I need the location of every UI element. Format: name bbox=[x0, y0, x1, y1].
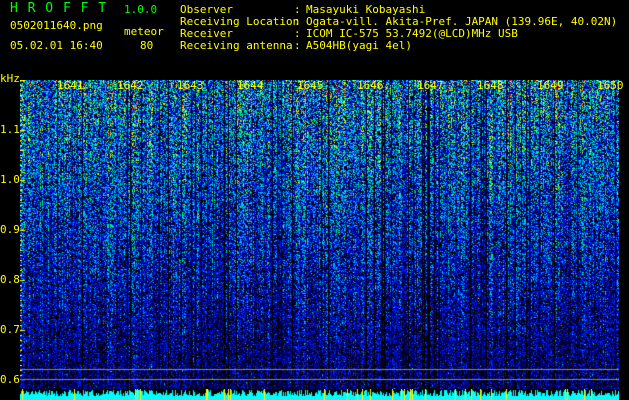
x-tick-label: 1644 bbox=[237, 79, 264, 92]
x-tick-label: 1649 bbox=[537, 79, 564, 92]
app-name: H R O F F T bbox=[10, 1, 108, 16]
y-tick-label: 1.1 bbox=[0, 123, 20, 136]
mode-value: 80 bbox=[140, 39, 154, 52]
x-tick-label: 1647 bbox=[417, 79, 444, 92]
x-tick-label: 1648 bbox=[477, 79, 504, 92]
info-colon: : bbox=[294, 39, 301, 52]
signal-level-bar bbox=[20, 389, 619, 400]
y-tick-label: 0.6 bbox=[0, 373, 20, 386]
info-value: A504HB(yagi 4el) bbox=[306, 39, 412, 52]
filename: 0502011640.png bbox=[10, 19, 103, 32]
y-tick-label: 0.8 bbox=[0, 273, 20, 286]
y-tick-label: 1.0 bbox=[0, 173, 20, 186]
y-axis-label: kHz bbox=[0, 72, 20, 85]
x-tick-label: 1650 bbox=[597, 79, 624, 92]
datetime: 05.02.01 16:40 bbox=[10, 39, 103, 52]
spectrogram bbox=[20, 80, 619, 389]
mode-label: meteor bbox=[124, 25, 164, 38]
x-tick-label: 1642 bbox=[117, 79, 144, 92]
x-tick-label: 1641 bbox=[57, 79, 84, 92]
x-tick-label: 1643 bbox=[177, 79, 204, 92]
info-label: Receiving antenna bbox=[180, 39, 293, 52]
y-tick-label: 0.9 bbox=[0, 223, 20, 236]
app-version: 1.0.0 bbox=[124, 3, 158, 16]
x-tick-label: 1645 bbox=[297, 79, 324, 92]
x-tick-label: 1646 bbox=[357, 79, 384, 92]
y-tick-label: 0.7 bbox=[0, 323, 20, 336]
